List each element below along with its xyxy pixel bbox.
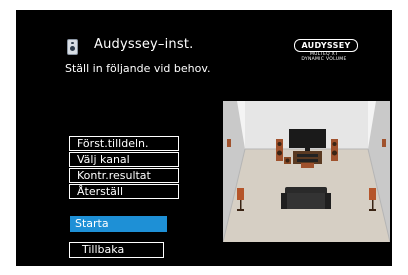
menu-item-restore[interactable]: Återställ [69, 184, 179, 199]
front-right-speaker-icon [331, 139, 338, 161]
audyssey-brand: AUDYSSEY [294, 39, 358, 52]
audyssey-logo: AUDYSSEY MULTEQ XT DYNAMIC VOLUME [272, 33, 376, 69]
speaker-icon [67, 39, 78, 55]
subwoofer-icon [284, 157, 291, 164]
page-title: Audyssey–inst. [94, 37, 194, 52]
back-button[interactable]: Tillbaka [69, 242, 164, 258]
menu-item-select-channel[interactable]: Välj kanal [69, 152, 179, 167]
start-button[interactable]: Starta [70, 216, 167, 232]
page-subtitle: Ställ in följande vid behov. [65, 62, 211, 75]
menu-item-speaker-assignment[interactable]: Först.tilldeln. [69, 136, 179, 151]
menu-item-check-results[interactable]: Kontr.resultat [69, 168, 179, 183]
setup-screen: Audyssey–inst. Ställ in följande vid beh… [16, 10, 392, 266]
surround-back-right-speaker-icon [382, 139, 386, 147]
front-left-speaker-icon [276, 139, 283, 161]
center-speaker-icon [301, 163, 314, 168]
surround-back-left-speaker-icon [227, 139, 231, 147]
room-speaker-diagram [223, 101, 390, 242]
av-rack-icon [293, 151, 322, 164]
tv-icon [289, 129, 326, 151]
logo-line-dynamic-volume: DYNAMIC VOLUME [301, 57, 347, 62]
sofa-icon [281, 187, 331, 209]
